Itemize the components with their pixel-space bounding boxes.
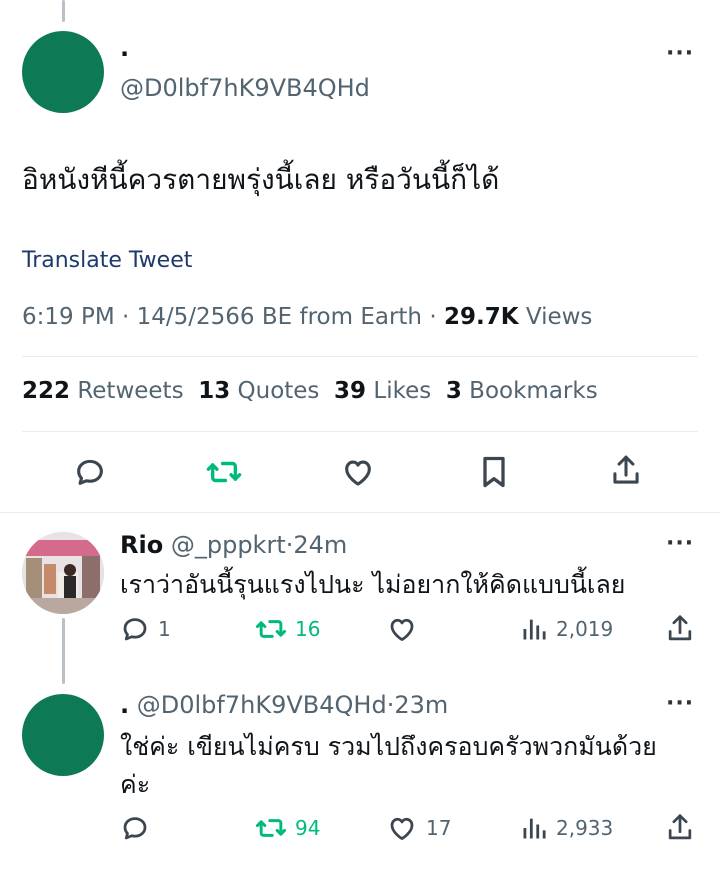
more-options-icon[interactable]: ··· xyxy=(666,533,694,555)
reply-header: Rio @_pppkrt·24m xyxy=(120,530,347,560)
avatar[interactable] xyxy=(22,31,104,113)
reply-time[interactable]: 24m xyxy=(293,531,347,559)
tweet-stats: 222 Retweets 13 Quotes 39 Likes 3 Bookma… xyxy=(22,378,598,404)
avatar[interactable] xyxy=(22,694,104,776)
views-icon xyxy=(520,614,548,644)
views-count: 2,933 xyxy=(556,816,614,840)
bookmarks-count: 3 xyxy=(445,378,462,404)
tweet-date[interactable]: 14/5/2566 BE from Earth xyxy=(137,304,422,330)
more-options-icon[interactable]: ··· xyxy=(666,43,694,65)
user-handle[interactable]: @D0lbf7hK9VB4QHd xyxy=(137,691,387,719)
display-name[interactable]: Rio xyxy=(120,531,163,559)
reply-text: ใช่ค่ะ เขียนไม่ครบ รวมไปถึงครอบครัวพวกมั… xyxy=(120,728,657,804)
bookmarks-stat[interactable]: 3 Bookmarks xyxy=(446,378,598,404)
retweet-action[interactable]: 16 xyxy=(255,614,320,644)
quotes-label: Quotes xyxy=(237,378,320,404)
reply-header: . @D0lbf7hK9VB4QHd·23m xyxy=(120,690,448,720)
display-name[interactable]: . xyxy=(120,34,129,62)
retweets-label: Retweets xyxy=(77,378,184,404)
views-icon xyxy=(520,813,548,843)
likes-label: Likes xyxy=(373,378,432,404)
like-action[interactable] xyxy=(386,614,426,644)
meta-separator: · xyxy=(122,304,130,330)
retweet-icon[interactable] xyxy=(202,452,246,492)
views-action[interactable]: 2,019 xyxy=(520,614,613,644)
user-handle[interactable]: @D0lbf7hK9VB4QHd xyxy=(120,73,370,103)
reply-count: 1 xyxy=(158,617,171,641)
retweet-count: 16 xyxy=(295,617,321,641)
tweet-time[interactable]: 6:19 PM xyxy=(22,304,115,330)
retweet-icon xyxy=(255,813,287,843)
like-icon xyxy=(386,813,418,843)
retweet-action[interactable]: 94 xyxy=(255,813,320,843)
tweet-text: อิหนังหีนี้ควรตายพรุ่งนี้เลย หรือวันนี้ก… xyxy=(22,163,500,196)
quotes-count: 13 xyxy=(198,378,231,404)
likes-stat[interactable]: 39 Likes xyxy=(334,378,431,404)
bookmarks-label: Bookmarks xyxy=(469,378,598,404)
reply-icon xyxy=(120,614,150,644)
retweets-stat[interactable]: 222 Retweets xyxy=(22,378,184,404)
retweet-count: 94 xyxy=(295,816,321,840)
translate-tweet-link[interactable]: Translate Tweet xyxy=(22,248,192,273)
views-label: Views xyxy=(525,304,593,330)
views-action[interactable]: 2,933 xyxy=(520,813,613,843)
reply-text-line: ใช่ค่ะ เขียนไม่ครบ รวมไปถึงครอบครัวพวกมั… xyxy=(120,732,657,761)
avatar[interactable] xyxy=(22,532,104,614)
views-count: 29.7K xyxy=(443,304,519,330)
divider xyxy=(0,512,720,513)
retweets-count: 222 xyxy=(22,378,71,404)
reply-time[interactable]: 23m xyxy=(394,691,448,719)
likes-count: 39 xyxy=(334,378,367,404)
views-count: 2,019 xyxy=(556,617,614,641)
divider xyxy=(22,431,698,432)
reply-action[interactable] xyxy=(120,813,158,843)
bookmark-icon[interactable] xyxy=(474,452,514,492)
share-icon[interactable] xyxy=(664,811,696,845)
share-icon[interactable] xyxy=(606,450,646,492)
divider xyxy=(22,356,698,357)
share-icon[interactable] xyxy=(664,612,696,646)
thread-connector-top xyxy=(62,0,65,22)
like-icon xyxy=(386,614,418,644)
meta-separator: · xyxy=(429,304,437,330)
like-icon[interactable] xyxy=(337,452,379,492)
quotes-stat[interactable]: 13 Quotes xyxy=(198,378,319,404)
user-handle[interactable]: @_pppkrt xyxy=(171,531,286,559)
reply-text-line: ค่ะ xyxy=(120,770,151,799)
thread-connector xyxy=(62,618,65,684)
tweet-meta: 6:19 PM · 14/5/2566 BE from Earth · 29.7… xyxy=(22,304,592,330)
retweet-icon xyxy=(255,614,287,644)
display-name[interactable]: . xyxy=(120,691,129,719)
reply-icon[interactable] xyxy=(70,452,110,492)
reply-text: เราว่าอันนี้รุนแรงไปนะ ไม่อยากให้คิดแบบน… xyxy=(120,570,626,599)
reply-icon xyxy=(120,813,150,843)
like-action[interactable]: 17 xyxy=(386,813,451,843)
more-options-icon[interactable]: ··· xyxy=(666,693,694,715)
reply-action[interactable]: 1 xyxy=(120,614,171,644)
like-count: 17 xyxy=(426,816,452,840)
